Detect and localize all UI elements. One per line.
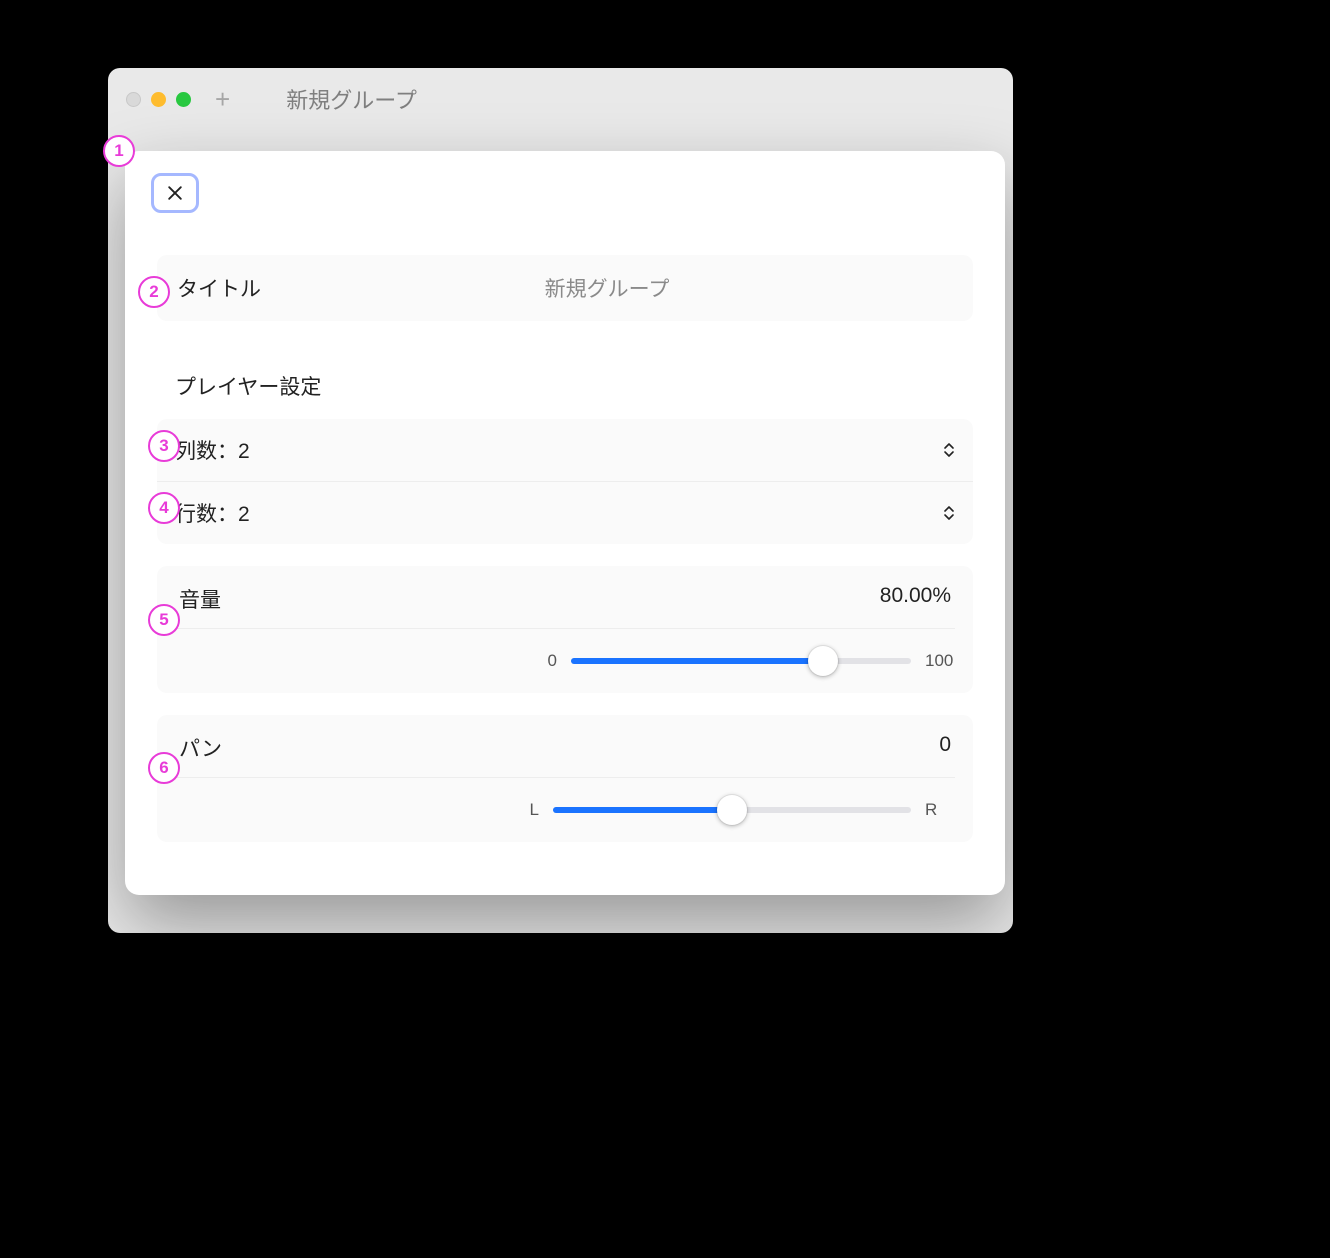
slider-thumb-icon[interactable] <box>808 646 838 676</box>
pan-card: パン 0 L R <box>157 715 973 842</box>
traffic-lights <box>126 92 191 107</box>
pan-left-label: L <box>525 800 539 820</box>
volume-max-label: 100 <box>925 651 955 671</box>
volume-label: 音量 <box>179 584 221 614</box>
zoom-window-icon[interactable] <box>176 92 191 107</box>
window-title: 新規グループ <box>286 83 417 115</box>
chevron-up-icon <box>943 505 955 513</box>
columns-label: 列数：2 <box>175 435 250 465</box>
annotation-1: 1 <box>103 135 135 167</box>
annotation-6: 6 <box>148 752 180 784</box>
stepper-control-icon[interactable] <box>943 505 955 521</box>
title-label: タイトル <box>177 273 261 303</box>
close-window-icon[interactable] <box>126 92 141 107</box>
chevron-down-icon <box>943 450 955 458</box>
layout-card: 列数：2 行数：2 <box>157 419 973 544</box>
volume-min-label: 0 <box>543 651 557 671</box>
pan-label: パン <box>179 733 222 763</box>
titlebar: + 新規グループ <box>108 68 1013 130</box>
chevron-up-icon <box>943 442 955 450</box>
annotation-4: 4 <box>148 492 180 524</box>
minimize-window-icon[interactable] <box>151 92 166 107</box>
pan-right-label: R <box>925 800 955 820</box>
annotation-2: 2 <box>138 276 170 308</box>
volume-value: 80.00% <box>880 584 951 614</box>
columns-stepper[interactable]: 列数：2 <box>157 419 973 481</box>
slider-fill <box>553 807 732 813</box>
rows-stepper[interactable]: 行数：2 <box>157 481 973 544</box>
chevron-down-icon <box>943 513 955 521</box>
volume-card: 音量 80.00% 0 100 <box>157 566 973 693</box>
volume-slider[interactable] <box>571 658 911 664</box>
rows-label: 行数：2 <box>175 498 250 528</box>
pan-value: 0 <box>939 733 951 763</box>
stepper-control-icon[interactable] <box>943 442 955 458</box>
pan-slider[interactable] <box>553 807 911 813</box>
add-button[interactable]: + <box>215 84 230 115</box>
slider-fill <box>571 658 823 664</box>
close-button[interactable] <box>151 173 199 213</box>
title-value: 新規グループ <box>261 273 953 303</box>
settings-modal: タイトル 新規グループ プレイヤー設定 列数：2 行数：2 音量 80.00% … <box>125 151 1005 895</box>
title-row[interactable]: タイトル 新規グループ <box>157 255 973 321</box>
slider-thumb-icon[interactable] <box>717 795 747 825</box>
close-icon <box>165 183 185 203</box>
annotation-5: 5 <box>148 604 180 636</box>
annotation-3: 3 <box>148 430 180 462</box>
player-settings-heading: プレイヤー設定 <box>175 371 973 401</box>
